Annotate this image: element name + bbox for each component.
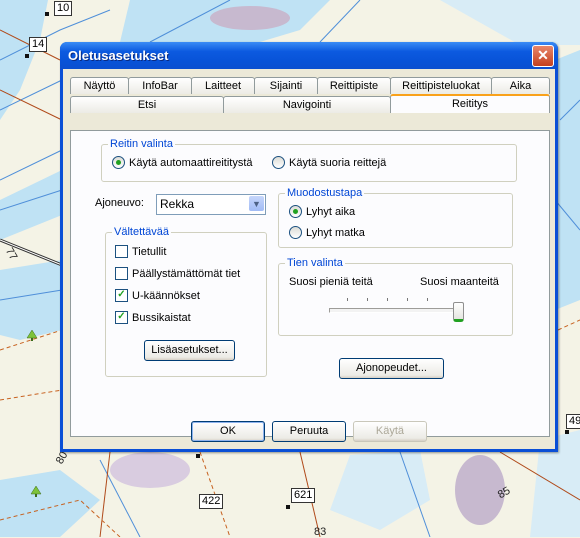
tab-reittipisteluokat[interactable]: Reittipisteluokat bbox=[390, 77, 492, 94]
tab-panel-reititys: Reitin valinta Käytä automaattireitityst… bbox=[70, 130, 550, 437]
more-settings-button[interactable]: Lisäasetukset... bbox=[144, 340, 235, 361]
route-selection-group: Reitin valinta Käytä automaattireitityst… bbox=[101, 138, 517, 182]
checkbox-label: U-käännökset bbox=[132, 289, 200, 302]
tab-aika[interactable]: Aika bbox=[491, 77, 550, 94]
tab-label: Navigointi bbox=[282, 99, 332, 111]
button-label: Käytä bbox=[375, 425, 405, 437]
short-time-label: Lyhyt aika bbox=[306, 205, 356, 218]
tab-naytto[interactable]: Näyttö bbox=[70, 77, 129, 94]
checkbox-label: Tietullit bbox=[132, 245, 167, 258]
button-label: OK bbox=[220, 425, 236, 437]
slider-right-label: Suosi maanteitä bbox=[420, 276, 499, 288]
road-label: 83 bbox=[314, 526, 327, 538]
tab-reittipiste[interactable]: Reittipiste bbox=[317, 77, 391, 94]
tab-label: Näyttö bbox=[83, 80, 116, 92]
slider-tick bbox=[407, 298, 408, 301]
direct-routes-label: Käytä suoria reittejä bbox=[289, 156, 387, 169]
unpaved-roads-checkbox[interactable]: Päällystämättömät tiet bbox=[115, 267, 240, 280]
check-icon: ✓ bbox=[115, 289, 128, 302]
button-label: Lisäasetukset... bbox=[151, 344, 228, 356]
tab-laitteet[interactable]: Laitteet bbox=[191, 77, 255, 94]
tab-etsi[interactable]: Etsi bbox=[70, 96, 224, 113]
toll-roads-checkbox[interactable]: Tietullit bbox=[115, 245, 166, 258]
chevron-down-icon[interactable]: ▼ bbox=[249, 196, 264, 211]
close-button[interactable]: ✕ bbox=[532, 45, 554, 67]
route-selection-legend: Reitin valinta bbox=[108, 138, 175, 150]
checkbox-label: Päällystämättömät tiet bbox=[132, 267, 241, 280]
tab-infobar[interactable]: InfoBar bbox=[128, 77, 192, 94]
short-time-radio[interactable]: Lyhyt aika bbox=[289, 205, 355, 218]
radio-indicator bbox=[289, 226, 302, 239]
tab-sijainti[interactable]: Sijainti bbox=[254, 77, 318, 94]
route-shield: 49 bbox=[566, 414, 580, 429]
tab-label: Reittipisteluokat bbox=[402, 80, 480, 92]
slider-left-label: Suosi pieniä teitä bbox=[289, 276, 373, 288]
slider-thumb[interactable] bbox=[453, 302, 464, 322]
u-turns-checkbox[interactable]: ✓ U-käännökset bbox=[115, 289, 200, 302]
tab-label: Etsi bbox=[137, 99, 157, 111]
dialog-client: Näyttö InfoBar Laitteet Sijainti Reittip… bbox=[63, 69, 555, 449]
route-shield: 621 bbox=[291, 488, 316, 503]
radio-indicator bbox=[272, 156, 285, 169]
short-distance-radio[interactable]: Lyhyt matka bbox=[289, 226, 365, 239]
slider-tick bbox=[427, 298, 428, 301]
calc-method-legend: Muodostustapa bbox=[285, 187, 365, 199]
button-label: Ajonopeudet... bbox=[356, 362, 427, 374]
checkbox-label: Bussikaistat bbox=[132, 311, 191, 324]
cancel-button[interactable]: Peruuta bbox=[272, 421, 346, 442]
calc-method-group: Muodostustapa Lyhyt aika Lyhyt matka bbox=[278, 187, 513, 248]
tab-label: Reittipiste bbox=[329, 80, 379, 92]
route-shield: 14 bbox=[29, 37, 48, 52]
tab-label: Aika bbox=[509, 80, 532, 92]
driving-speeds-button[interactable]: Ajonopeudet... bbox=[339, 358, 444, 379]
tab-label: Laitteet bbox=[204, 80, 242, 92]
tab-label: Sijainti bbox=[269, 80, 303, 92]
radio-indicator bbox=[289, 205, 302, 218]
checkbox-indicator bbox=[115, 245, 128, 258]
route-shield: 422 bbox=[199, 494, 224, 509]
avoid-legend: Vältettävää bbox=[112, 226, 172, 238]
route-shield: 10 bbox=[54, 1, 73, 16]
tab-reititys[interactable]: Reititys bbox=[390, 94, 550, 113]
short-distance-label: Lyhyt matka bbox=[306, 226, 365, 239]
radio-indicator bbox=[112, 156, 125, 169]
slider-tick bbox=[367, 298, 368, 301]
close-icon: ✕ bbox=[537, 47, 549, 63]
auto-routing-radio[interactable]: Käytä automaattireititystä bbox=[112, 156, 253, 169]
vehicle-label: Ajoneuvo: bbox=[95, 197, 144, 209]
road-preference-slider[interactable] bbox=[329, 298, 464, 324]
tab-navigointi[interactable]: Navigointi bbox=[223, 96, 391, 113]
vehicle-value: Rekka bbox=[160, 197, 195, 211]
apply-button[interactable]: Käytä bbox=[353, 421, 427, 442]
ok-button[interactable]: OK bbox=[191, 421, 265, 442]
bus-lanes-checkbox[interactable]: ✓ Bussikaistat bbox=[115, 311, 191, 324]
title-bar[interactable]: Oletusasetukset ✕ bbox=[60, 42, 558, 69]
check-icon: ✓ bbox=[115, 311, 128, 324]
tab-label: Reititys bbox=[451, 98, 489, 110]
road-selection-legend: Tien valinta bbox=[285, 257, 345, 269]
button-label: Peruuta bbox=[289, 425, 329, 437]
slider-tick bbox=[387, 298, 388, 301]
road-selection-group: Tien valinta Suosi pieniä teitä Suosi ma… bbox=[278, 257, 513, 336]
tab-label: InfoBar bbox=[142, 80, 178, 92]
slider-track bbox=[329, 308, 461, 313]
direct-routes-radio[interactable]: Käytä suoria reittejä bbox=[272, 156, 386, 169]
slider-tick bbox=[347, 298, 348, 301]
auto-routing-label: Käytä automaattireititystä bbox=[129, 156, 253, 169]
vehicle-select[interactable]: Rekka ▼ bbox=[156, 194, 266, 215]
dialog-title: Oletusasetukset bbox=[68, 48, 169, 63]
avoid-group: Vältettävää Tietullit Päällystämättömät … bbox=[105, 226, 267, 377]
checkbox-indicator bbox=[115, 267, 128, 280]
settings-dialog: Oletusasetukset ✕ Näyttö InfoBar Laittee… bbox=[60, 42, 558, 452]
